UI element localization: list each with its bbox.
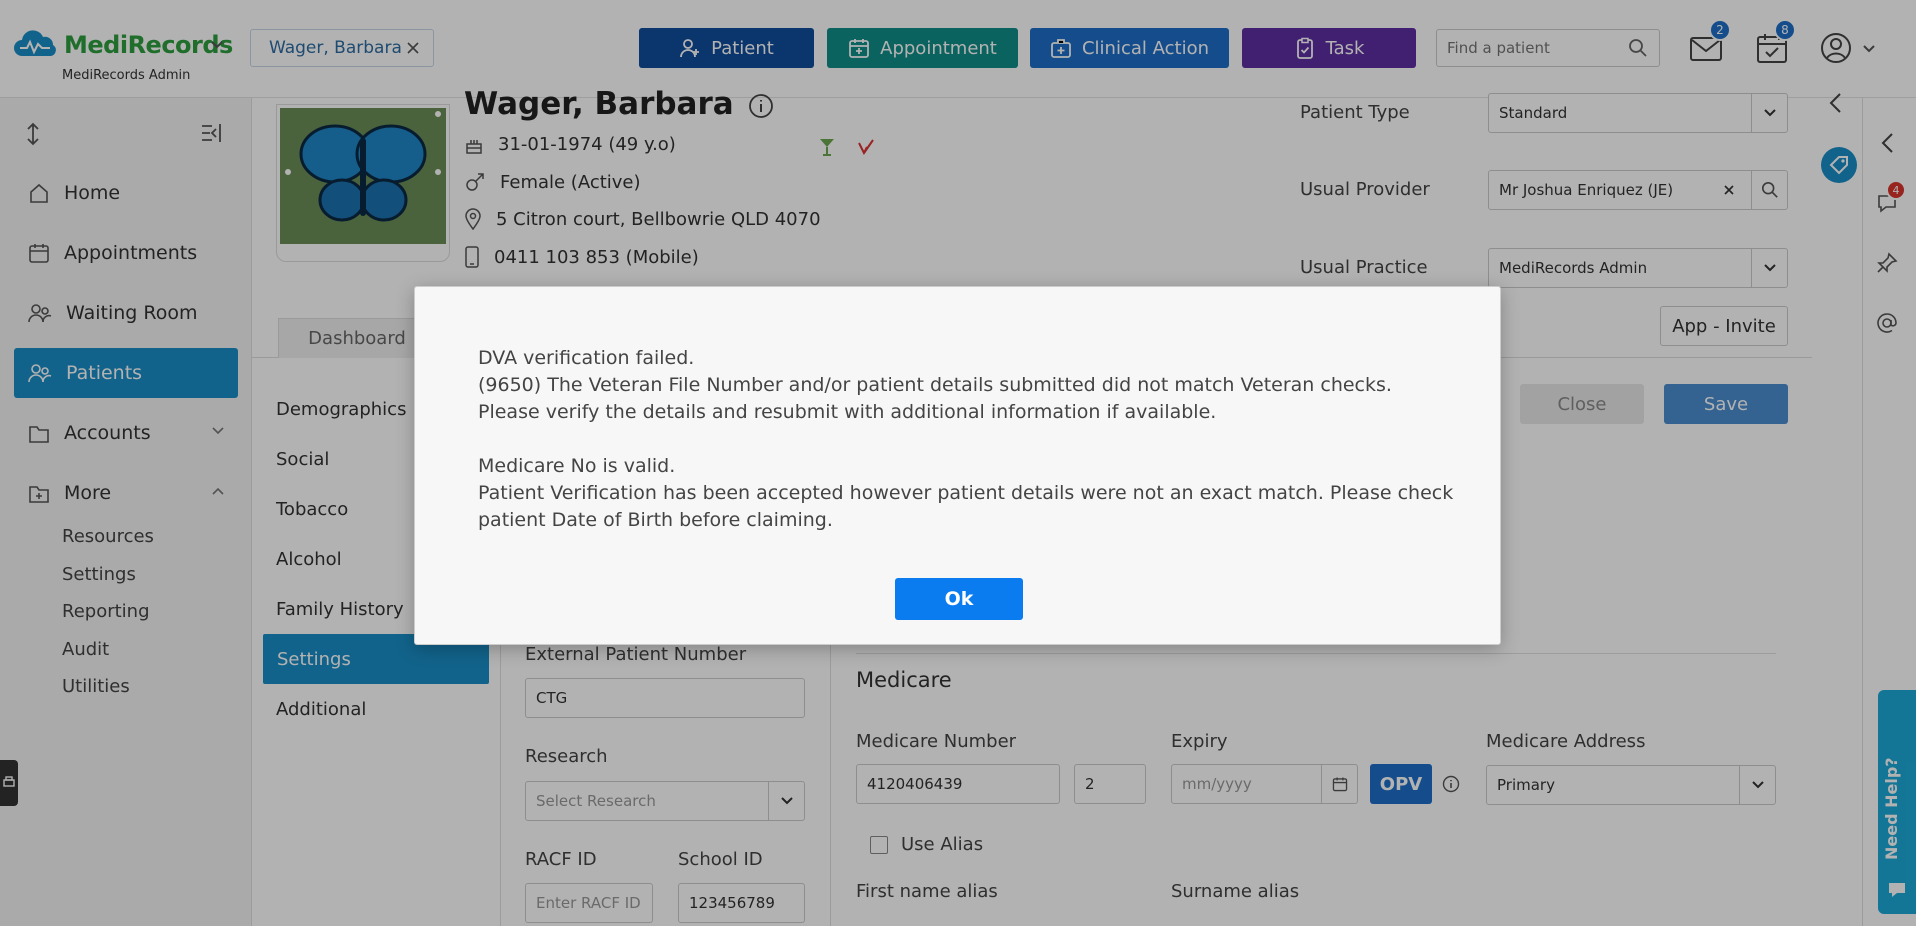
patient-verification-message: Patient Verification has been accepted h… <box>478 482 1454 531</box>
dva-status-message: DVA verification failed. <box>478 347 695 369</box>
ok-button[interactable]: Ok <box>895 578 1023 620</box>
verification-dialog: DVA verification failed. (9650) The Vete… <box>414 286 1501 645</box>
medicare-status-message: Medicare No is valid. <box>478 455 676 477</box>
dva-detail-message: (9650) The Veteran File Number and/or pa… <box>478 374 1392 423</box>
